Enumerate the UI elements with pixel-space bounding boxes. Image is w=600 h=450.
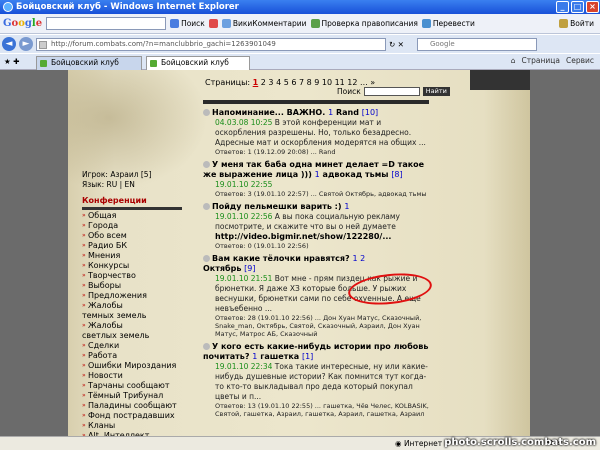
topic-title-link[interactable]: Пойду пельмешки варить :) 1	[203, 202, 431, 212]
corner-logo	[470, 70, 530, 90]
spellcheck-button[interactable]: Проверка правописания	[310, 19, 418, 28]
sidebar-item[interactable]: Ошибки Мироздания	[82, 361, 192, 371]
minimize-button[interactable]: _	[556, 1, 569, 13]
forum-search-input[interactable]	[363, 87, 420, 96]
topic-title-link[interactable]: Вам какие тёлочки нравятся? 1 2 Октябрь […	[203, 254, 431, 274]
spellcheck-icon	[310, 19, 320, 28]
plus-icon	[208, 19, 218, 28]
page-next[interactable]: »	[370, 78, 375, 87]
topic-item: У кого есть какие-нибудь истории про люб…	[203, 342, 431, 418]
sidebar-item[interactable]: Сделки	[82, 341, 192, 351]
sidebar-item[interactable]: Радио БК	[82, 241, 192, 251]
sidebar-item[interactable]: Предложения	[82, 291, 192, 301]
live-search-input[interactable]: Google	[416, 37, 537, 51]
topic-title-link[interactable]: У кого есть какие-нибудь истории про люб…	[203, 342, 431, 362]
sidebar-item[interactable]: Кланы	[82, 421, 192, 431]
tools-menu[interactable]: Сервис	[566, 56, 594, 65]
sidebar-item[interactable]: Конкурсы	[82, 261, 192, 271]
sidebar-item[interactable]: Общая	[82, 211, 192, 221]
page-icon	[39, 40, 47, 49]
tab-bar: ★ ✚ Бойцовский клуб Бойцовский клуб ⌂ Ст…	[0, 54, 600, 70]
tab-favicon	[40, 60, 47, 67]
topic-item: У меня так баба одна минет делает =D так…	[203, 160, 431, 198]
window-titlebar: Бойцовский клуб - Windows Internet Explo…	[0, 0, 600, 14]
translate-icon	[421, 19, 431, 28]
wiki-icon	[221, 19, 231, 28]
page-menu[interactable]: Страница	[522, 56, 560, 65]
sidebar: Игрок: Азраил [5] Язык: RU | EN Конферен…	[82, 170, 192, 436]
topic-icon	[203, 343, 210, 350]
gear-icon	[559, 19, 569, 28]
page-current[interactable]: 1	[253, 78, 259, 87]
home-icon[interactable]: ⌂	[511, 56, 516, 65]
sidebar-subtitle-dark: темных земель	[82, 311, 147, 320]
topic-title-link[interactable]: У меня так баба одна минет делает =D так…	[203, 160, 431, 180]
search-icon	[170, 19, 180, 28]
google-toolbar: Google Поиск ВикиКомментарии Проверка пр…	[0, 14, 600, 34]
sidebar-item[interactable]: Выборы	[82, 281, 192, 291]
back-button[interactable]: ◄	[2, 37, 16, 51]
forum-search: Поиск Найти	[337, 87, 450, 96]
window-title: Бойцовский клуб - Windows Internet Explo…	[16, 2, 239, 12]
topic-item: Напоминание... ВАЖНО. 1 Rand [10] 04.03.…	[203, 108, 431, 156]
tab-1[interactable]: Бойцовский клуб	[36, 56, 142, 70]
language-switch[interactable]: Язык: RU | EN	[82, 180, 192, 190]
page-viewport: Страницы: 1 2 3 4 5 6 7 8 9 10 11 12 ...…	[0, 70, 600, 436]
translate-button[interactable]: Перевести	[421, 19, 475, 28]
sidebar-item[interactable]: Новости	[82, 371, 192, 381]
sidebar-item[interactable]: Тарчаны сообщают	[82, 381, 192, 391]
address-bar[interactable]: http://forum.combats.com/?n=manclubbrio_…	[36, 37, 386, 51]
sidebar-item[interactable]: Жалобы	[82, 321, 192, 331]
sidebar-item[interactable]: Жалобы	[82, 301, 192, 311]
plus-button[interactable]	[208, 19, 218, 28]
topic-title-link[interactable]: Напоминание... ВАЖНО. 1 Rand [10]	[203, 108, 431, 118]
wiki-button[interactable]: ВикиКомментарии	[221, 19, 307, 28]
sidebar-item[interactable]: Творчество	[82, 271, 192, 281]
sidebar-item[interactable]: Тёмный Трибунал	[82, 391, 192, 401]
sidebar-item[interactable]: Обо всем	[82, 231, 192, 241]
sidebar-item[interactable]: Мнения	[82, 251, 192, 261]
ie-icon	[3, 2, 13, 12]
sidebar-item[interactable]: Фонд пострадавших	[82, 411, 192, 421]
topic-author[interactable]: Rand	[336, 108, 359, 117]
sidebar-item[interactable]: Города	[82, 221, 192, 231]
google-logo: Google	[3, 18, 43, 29]
topic-icon	[203, 255, 210, 262]
watermark: photo.scrolls.combats.com	[444, 437, 596, 448]
topic-author[interactable]: Октябрь	[203, 264, 241, 273]
divider	[82, 207, 182, 210]
search-button[interactable]: Поиск	[170, 19, 205, 28]
video-link[interactable]: http://video.bigmir.net/show/122280/...	[203, 232, 431, 242]
page-links[interactable]: 2 3 4 5 6 7 8 9 10 11 12 ...	[261, 78, 368, 87]
sidebar-item[interactable]: Паладины сообщают	[82, 401, 192, 411]
topic-author[interactable]: гашетка	[260, 352, 299, 361]
sidebar-subtitle-light: светлых земель	[82, 331, 150, 340]
sidebar-item[interactable]: Работа	[82, 351, 192, 361]
address-row: ◄ ► http://forum.combats.com/?n=manclubb…	[0, 35, 600, 53]
globe-icon: ◉	[395, 439, 404, 448]
header-divider	[203, 100, 429, 104]
pagination: Страницы: 1 2 3 4 5 6 7 8 9 10 11 12 ...…	[205, 78, 376, 87]
forum-search-button[interactable]: Найти	[422, 87, 450, 96]
pin-icon	[203, 109, 210, 116]
status-zone: ◉ Интернет	[395, 439, 443, 448]
topic-author[interactable]: адвокад тьмы	[323, 170, 389, 179]
maximize-button[interactable]: □	[571, 1, 584, 13]
google-search-input[interactable]	[46, 17, 167, 30]
topic-item: Пойду пельмешки варить :) 1 19.01.10 22:…	[203, 202, 431, 250]
close-button[interactable]: ×	[586, 1, 599, 13]
conferences-title: Конференции	[82, 196, 147, 205]
login-button[interactable]: Войти	[559, 19, 594, 28]
topic-icon	[203, 203, 210, 210]
favorites-star-icon[interactable]: ★ ✚	[4, 57, 19, 66]
topic-icon	[203, 161, 210, 168]
tab-2[interactable]: Бойцовский клуб	[146, 56, 250, 70]
topic-list: Напоминание... ВАЖНО. 1 Rand [10] 04.03.…	[203, 108, 431, 422]
forward-button[interactable]: ►	[19, 37, 33, 51]
player-info: Игрок: Азраил [5]	[82, 170, 152, 179]
tab-controls: ⌂ Страница Сервис	[511, 56, 594, 65]
refresh-button[interactable]: ↻ ✕	[389, 40, 404, 49]
tab-favicon	[150, 60, 157, 67]
